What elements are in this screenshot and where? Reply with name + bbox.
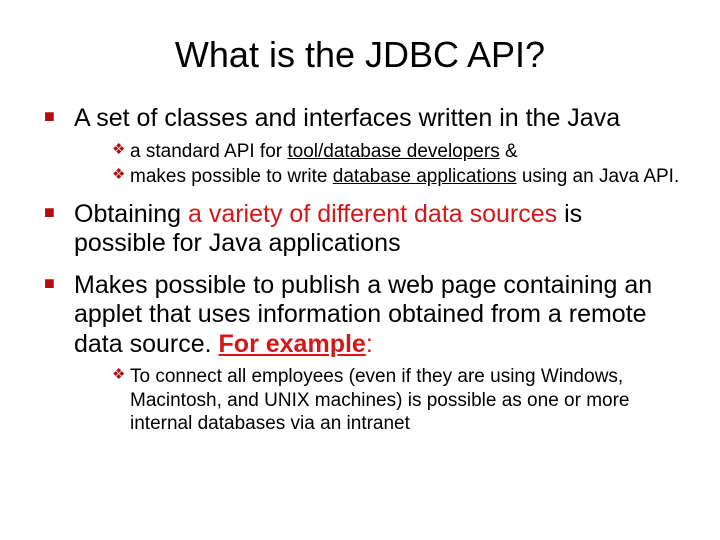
b2-part-b: a variety of different data sources [188,200,557,228]
bullet-1-sub-2: makes possible to write database applica… [112,165,680,188]
bullet-1-text: A set of classes and interfaces written … [74,104,620,132]
b3s1-text: To connect all employees (even if they a… [130,366,630,433]
b3-part-b: For example [219,330,366,358]
bullet-2: Obtaining a variety of different data so… [44,200,680,259]
bullet-3-sublist: To connect all employees (even if they a… [74,365,680,435]
b1s2-part-c: using an Java API. [517,166,680,187]
slide: What is the JDBC API? A set of classes a… [0,0,720,540]
b1s1-part-c: & [500,141,518,162]
b1s1-part-a: a standard API for [130,141,287,162]
bullet-1-sublist: a standard API for tool/database develop… [74,140,680,188]
bullet-3: Makes possible to publish a web page con… [44,271,680,435]
bullet-3-sub-1: To connect all employees (even if they a… [112,365,680,435]
bullet-1-sub-1: a standard API for tool/database develop… [112,140,680,163]
b1s2-part-b: database applications [333,166,517,187]
b1s2-part-a: makes possible to write [130,166,333,187]
b1s1-part-b: tool/database developers [287,141,499,162]
bullet-list: A set of classes and interfaces written … [40,104,680,435]
b2-part-a: Obtaining [74,200,188,228]
b3-part-c: : [366,330,373,358]
slide-title: What is the JDBC API? [40,34,680,76]
bullet-1: A set of classes and interfaces written … [44,104,680,188]
